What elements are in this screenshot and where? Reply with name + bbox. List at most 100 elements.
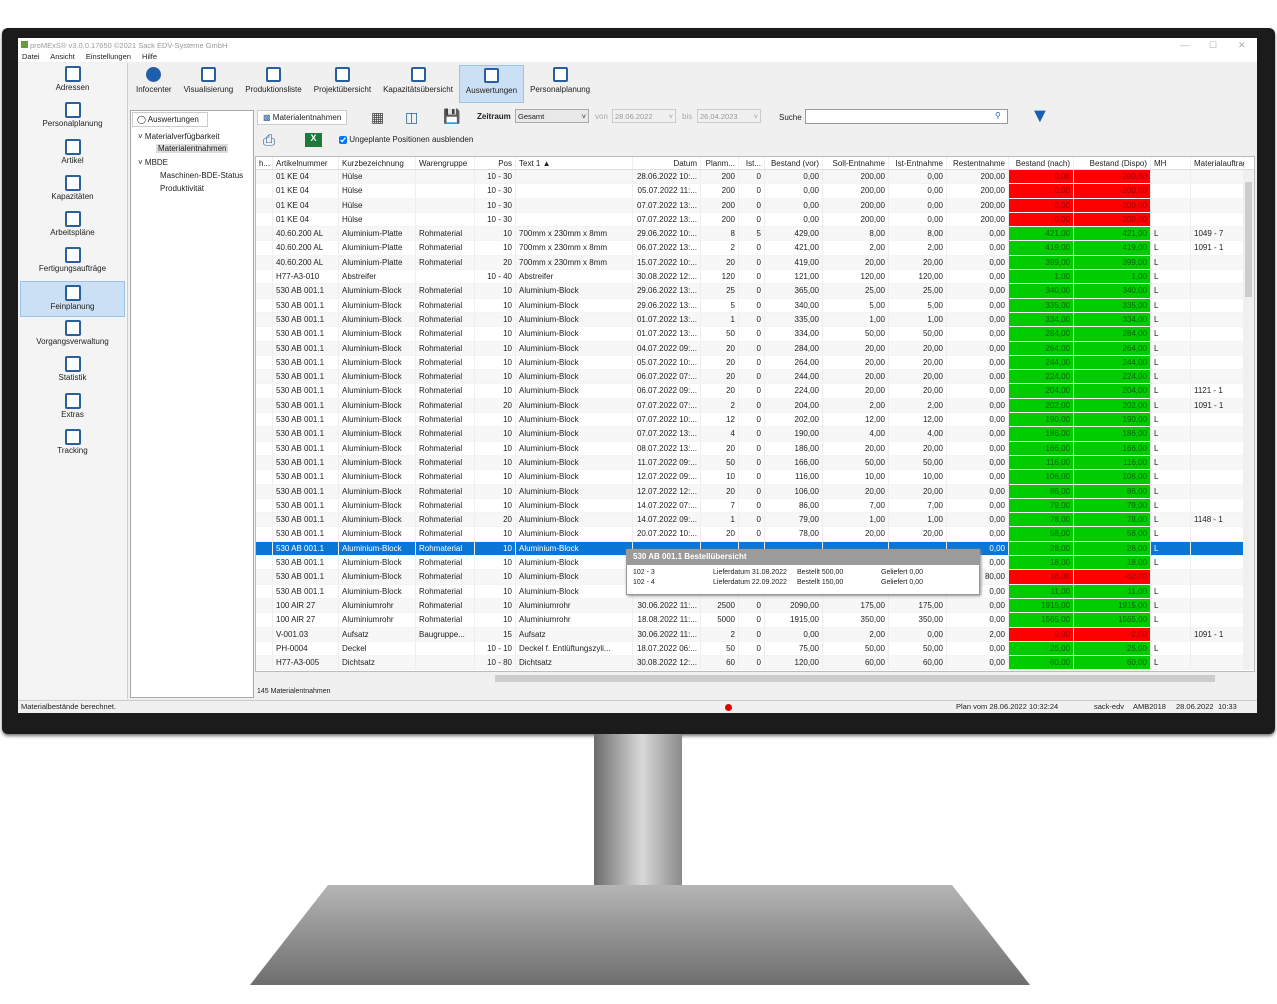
- table-row[interactable]: 530 AB 001.1 Aluminium-Block Rohmaterial 10…: [256, 284, 1254, 299]
- print-icon[interactable]: ⎙: [263, 132, 275, 149]
- column-header[interactable]: Soll-Entnahme: [823, 157, 889, 169]
- table-row[interactable]: 100 AlR 27 Aluminiumrohr Rohmaterial 10 Alum…: [256, 613, 1254, 628]
- layout-icon[interactable]: ◫: [405, 109, 418, 126]
- table-row[interactable]: 40.60.200 AL Aluminium-Platte Rohmaterial 1…: [256, 241, 1254, 256]
- table-row[interactable]: 530 AB 001.1 Aluminium-Block Rohmaterial 10…: [256, 498, 1254, 514]
- sidebar-item-artikel[interactable]: Artikel: [18, 136, 127, 172]
- column-header[interactable]: Ist...: [739, 157, 765, 169]
- table-row[interactable]: 530 AB 001.1 Aluminium-Block Rohmaterial 10…: [256, 413, 1254, 428]
- toolbar-produktionsliste[interactable]: Produktionsliste: [239, 65, 307, 103]
- table-row[interactable]: 01 KE 04 Hülse 10 - 30 07.07.2022 13:... 200…: [256, 212, 1254, 228]
- tree-node-materialentnahmen[interactable]: Materialentnahmen: [156, 144, 229, 153]
- sidebar-item-feinplanung[interactable]: Feinplanung: [20, 280, 125, 318]
- tree-node-maschinen-bde-status[interactable]: Maschinen-BDE-Status: [160, 171, 243, 180]
- sidebar-item-kapazitten[interactable]: Kapazitäten: [18, 172, 127, 208]
- menu-hilfe[interactable]: Hilfe: [142, 52, 157, 61]
- tab-materialentnahmen[interactable]: ▩ Materialentnahmen: [257, 110, 348, 125]
- table-row[interactable]: 01 KE 04 Hülse 10 - 30 28.06.2022 10:... 200…: [256, 170, 1254, 185]
- menu-einstellungen[interactable]: Einstellungen: [86, 52, 131, 61]
- column-header[interactable]: Kurzbezeichnung: [339, 157, 416, 169]
- bis-date-field[interactable]: 26.04.2023 ˅: [697, 109, 761, 123]
- column-header[interactable]: Bestand (nach): [1009, 157, 1074, 169]
- table-row[interactable]: 530 AB 001.1 Aluminium-Block Rohmaterial 10…: [256, 298, 1254, 313]
- table-row[interactable]: 530 AB 001.1 Aluminium-Block Rohmaterial 10…: [256, 341, 1254, 356]
- sidebar-item-vorgangsverwaltung[interactable]: Vorgangsverwaltung: [18, 317, 127, 353]
- table-row[interactable]: 530 AB 001.1 Aluminium-Block Rohmaterial 10…: [256, 427, 1254, 442]
- scroll-thumb[interactable]: [495, 675, 1215, 682]
- tree-node-produktivitaet[interactable]: Produktivität: [160, 184, 204, 193]
- table-row[interactable]: V-001.03 Aufsatz Baugruppe... 15 Aufsatz 30.0…: [256, 627, 1254, 642]
- table-row[interactable]: 530 AB 001.1 Aluminium-Block Rohmaterial 10…: [256, 470, 1254, 485]
- menu-datei[interactable]: Datei: [22, 52, 40, 61]
- table-row[interactable]: 530 AB 001.1 Aluminium-Block Rohmaterial 10…: [256, 312, 1254, 328]
- table-row[interactable]: 530 AB 001.1 Aluminium-Block Rohmaterial 10…: [256, 527, 1254, 542]
- column-header[interactable]: h...: [256, 157, 273, 169]
- table-row[interactable]: 530 AB 001.1 Aluminium-Block Rohmaterial 10…: [256, 384, 1254, 399]
- toolbar-visualisierung[interactable]: Visualisierung: [178, 65, 240, 103]
- table-cell: 204,00: [1074, 384, 1151, 398]
- table-row[interactable]: 530 AB 001.1 Aluminium-Block Rohmaterial 10…: [256, 370, 1254, 385]
- toolbar-projektbersicht[interactable]: Projektübersicht: [308, 65, 377, 103]
- table-row[interactable]: 01 KE 04 Hülse 10 - 30 05.07.2022 11:... 200…: [256, 184, 1254, 199]
- column-header[interactable]: Planm...: [701, 157, 739, 169]
- minimize-icon[interactable]: —: [1180, 40, 1189, 50]
- von-date-field[interactable]: 28.06.2022 ˅: [612, 109, 676, 123]
- sidebar-item-personalplanung[interactable]: Personalplanung: [18, 99, 127, 135]
- sidebar-item-tracking[interactable]: Tracking: [18, 426, 127, 462]
- search-input[interactable]: [805, 109, 1008, 124]
- calculator-icon[interactable]: ▦: [371, 109, 384, 126]
- sidebar-item-arbeitsplne[interactable]: Arbeitspläne: [18, 208, 127, 244]
- table-row[interactable]: 01 KE 04 Hülse 10 - 30 07.07.2022 13:... 200…: [256, 198, 1254, 213]
- column-header[interactable]: Bestand (Dispo): [1074, 157, 1151, 169]
- toolbar-personalplanung[interactable]: Personalplanung: [524, 65, 596, 103]
- tab-auswertungen[interactable]: ◯ Auswertungen: [132, 112, 208, 127]
- checkbox[interactable]: [339, 135, 347, 144]
- column-header[interactable]: Ist-Entnahme: [889, 157, 947, 169]
- maximize-icon[interactable]: ☐: [1209, 40, 1217, 51]
- tree-node-mbde[interactable]: ˅ MBDE: [138, 158, 168, 167]
- sidebar-item-statistik[interactable]: Statistik: [18, 353, 127, 389]
- menu-ansicht[interactable]: Ansicht: [50, 52, 75, 61]
- table-row[interactable]: 530 AB 001.1 Aluminium-Block Rohmaterial 10…: [256, 455, 1254, 471]
- toolbar-infocenter[interactable]: Infocenter: [130, 65, 178, 103]
- column-header[interactable]: Warengruppe: [416, 157, 475, 169]
- table-row[interactable]: 530 AB 001.1 Aluminium-Block Rohmaterial 20…: [256, 513, 1254, 528]
- sidebar-item-extras[interactable]: Extras: [18, 390, 127, 426]
- column-header[interactable]: Datum: [633, 157, 701, 169]
- sidebar-item-adressen[interactable]: Adressen: [18, 63, 127, 99]
- table-row[interactable]: 530 AB 001.1 Aluminium-Block Rohmaterial 10…: [256, 327, 1254, 342]
- table-cell: Rohmaterial: [416, 570, 475, 584]
- table-row[interactable]: 530 AB 001.1 Aluminium-Block Rohmaterial 10…: [256, 355, 1254, 371]
- scroll-thumb[interactable]: [1245, 182, 1252, 297]
- column-header[interactable]: Materialauftrag: [1191, 157, 1245, 169]
- table-row[interactable]: H77-A3-005 Dichtsatz 10 - 80 Dichtsatz 30.08…: [256, 656, 1254, 671]
- column-header[interactable]: Artikelnummer: [273, 157, 339, 169]
- filter-icon[interactable]: ▼: [1030, 105, 1050, 128]
- vertical-scrollbar[interactable]: [1243, 170, 1254, 670]
- horizontal-scrollbar[interactable]: [255, 673, 1255, 684]
- sidebar-item-fertigungsauftrge[interactable]: Fertigungsaufträge: [18, 244, 127, 280]
- column-header[interactable]: Pos: [475, 157, 516, 169]
- table-row[interactable]: 100 AlR 27 Aluminiumrohr Rohmaterial 10 Alum…: [256, 598, 1254, 614]
- save-icon[interactable]: 💾: [443, 108, 460, 125]
- column-header[interactable]: Restentnahme: [947, 157, 1009, 169]
- table-row[interactable]: H77-A3-010 Abstreifer 10 - 40 Abstreifer 30.…: [256, 270, 1254, 285]
- column-header[interactable]: Text 1 ▲: [516, 157, 633, 169]
- table-row[interactable]: PH-0004 Deckel 10 - 10 Deckel f. Entlüftung…: [256, 641, 1254, 657]
- table-row[interactable]: 40.60.200 AL Aluminium-Platte Rohmaterial 2…: [256, 255, 1254, 271]
- toolbar-kapazittsbersicht[interactable]: Kapazitätsübersicht: [377, 65, 459, 103]
- table-row[interactable]: 530 AB 001.1 Aluminium-Block Rohmaterial 10…: [256, 484, 1254, 499]
- table-row[interactable]: 530 AB 001.1 Aluminium-Block Rohmaterial 20…: [256, 398, 1254, 414]
- column-header[interactable]: MH: [1151, 157, 1191, 169]
- table-row[interactable]: 40.60.200 AL Aluminium-Platte Rohmaterial 1…: [256, 227, 1254, 242]
- toolbar-auswertungen[interactable]: Auswertungen: [458, 65, 525, 103]
- excel-icon[interactable]: X: [305, 133, 322, 147]
- table-cell: [256, 641, 273, 656]
- tree-node-materialverfuegbarkeit[interactable]: ˅ Materialverfügbarkeit: [138, 132, 220, 141]
- column-header[interactable]: Bestand (vor): [765, 157, 823, 169]
- zeitraum-select[interactable]: Gesamt ˅: [515, 109, 589, 123]
- ungeplante-checkbox[interactable]: Ungeplante Positionen ausblenden: [339, 135, 473, 144]
- search-icon[interactable]: ⚲: [995, 111, 1001, 120]
- close-icon[interactable]: ✕: [1238, 40, 1246, 51]
- table-row[interactable]: 530 AB 001.1 Aluminium-Block Rohmaterial 10…: [256, 441, 1254, 456]
